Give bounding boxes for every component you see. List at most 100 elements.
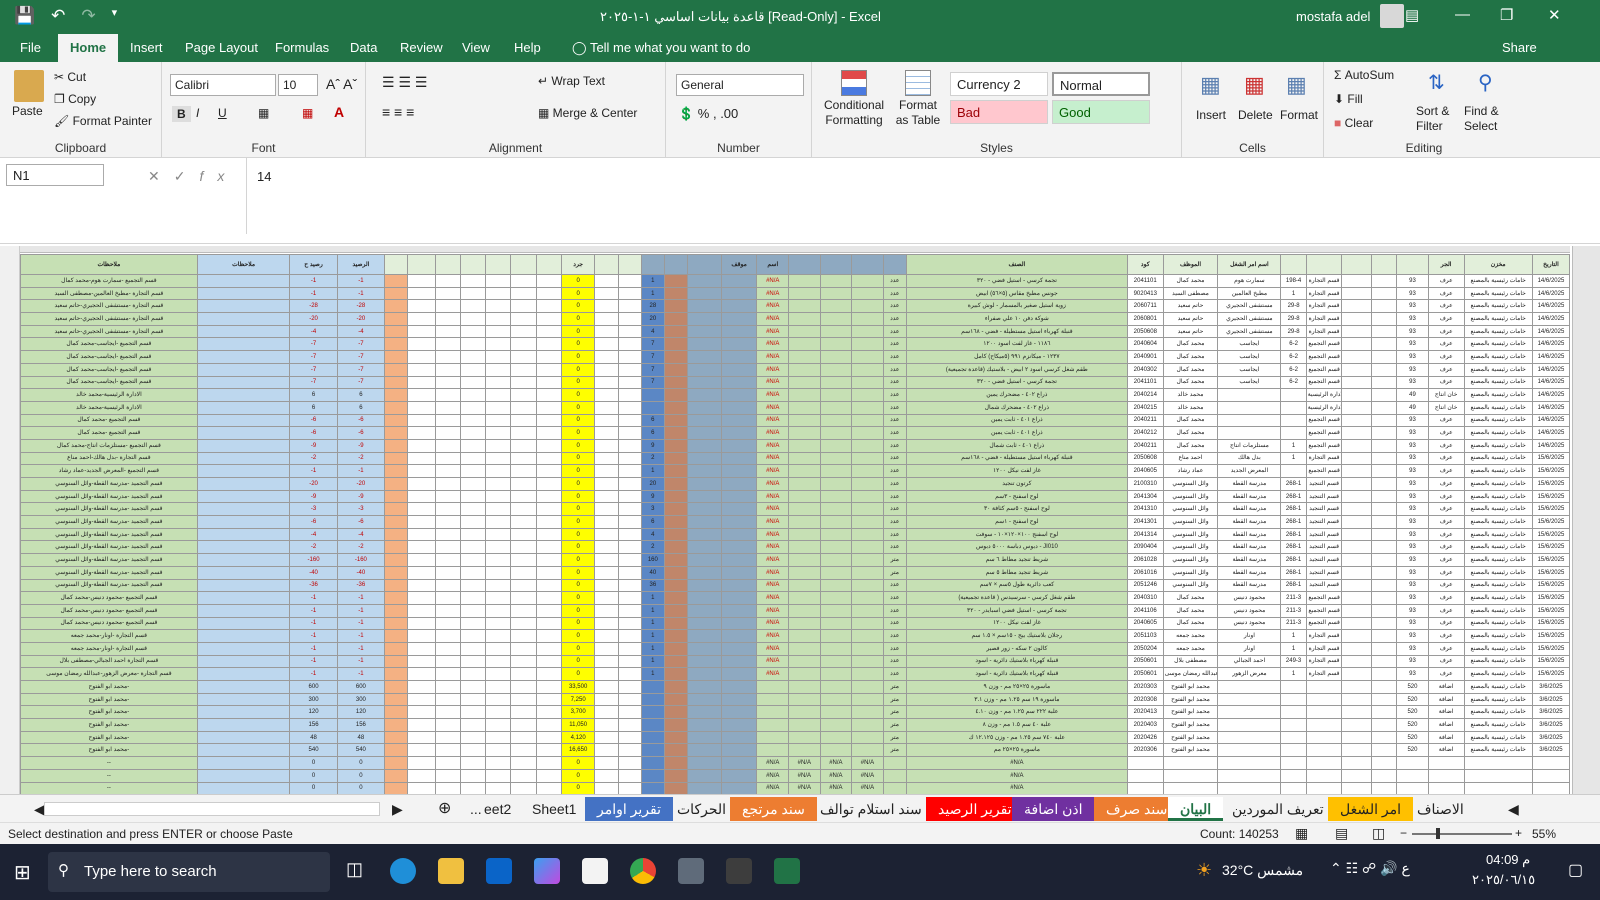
table-cell[interactable] [407,629,436,643]
table-cell[interactable]: عرف [1427,654,1465,669]
table-cell[interactable]: -7 [336,350,386,364]
table-cell[interactable]: 268-1 [1280,502,1307,517]
column-header-cell[interactable]: ملاحظات [196,254,291,275]
column-header-cell[interactable]: مخزن [1463,254,1533,275]
table-cell[interactable] [851,502,884,517]
table-cell[interactable] [1341,337,1372,352]
file-explorer-icon[interactable] [438,858,464,884]
table-cell[interactable]: حاتم سعيد [1162,324,1219,339]
column-header-cell[interactable] [407,254,436,275]
table-cell[interactable] [384,362,409,377]
table-cell[interactable] [535,730,562,745]
table-cell[interactable] [1370,400,1398,415]
paste-button[interactable]: Paste [12,104,43,118]
table-cell[interactable]: -6 [289,413,338,428]
table-cell[interactable]: 93 [1396,489,1429,504]
table-cell[interactable]: 0 [560,591,596,605]
table-cell[interactable] [434,654,461,669]
table-cell[interactable] [1280,730,1307,745]
table-cell[interactable] [459,426,487,440]
table-cell[interactable]: حاتم سعيد [1162,299,1219,314]
table-cell[interactable] [510,388,537,402]
table-cell[interactable] [1370,464,1398,478]
table-cell[interactable] [384,553,409,567]
table-cell[interactable] [687,489,722,504]
table-cell[interactable] [851,350,884,364]
table-cell[interactable]: 2040605 [1126,464,1164,478]
table-cell[interactable] [640,388,665,402]
table-cell[interactable] [384,413,409,428]
table-cell[interactable] [756,718,790,732]
table-cell[interactable] [594,489,619,504]
table-cell[interactable] [617,489,642,504]
table-cell[interactable] [434,312,461,326]
table-cell[interactable] [510,730,537,745]
column-header-cell[interactable]: موقف [720,254,758,275]
table-cell[interactable] [1370,654,1398,669]
table-cell[interactable]: 1 [640,274,665,288]
table-cell[interactable] [594,578,619,593]
table-cell[interactable]: محمد كمال [1162,438,1219,453]
table-cell[interactable] [851,565,884,580]
table-cell[interactable] [1341,375,1372,390]
table-cell[interactable]: قسم التجميع [1305,464,1343,478]
table-cell[interactable]: معرض الزهور [1217,667,1282,681]
table-cell[interactable] [819,324,853,339]
table-cell[interactable] [788,692,821,707]
table-cell[interactable] [434,768,461,783]
table-cell[interactable] [459,565,487,580]
table-cell[interactable]: 15/6/2025 [1531,451,1571,466]
table-cell[interactable]: -2 [336,540,386,555]
table-cell[interactable]: خامات رئيسية بالمصنع [1463,502,1533,517]
table-cell[interactable]: -1 [336,654,386,669]
table-cell[interactable] [384,692,409,707]
table-cell[interactable] [535,502,562,517]
table-cell[interactable]: -1 [289,591,338,605]
table-cell[interactable] [407,641,436,656]
table-cell[interactable] [485,781,512,794]
table-cell[interactable] [384,464,409,478]
table-cell[interactable] [1396,781,1429,794]
sheet-tab-damaged[interactable]: سند استلام توالف [808,797,934,821]
table-cell[interactable] [535,743,562,758]
table-cell[interactable]: قسم التجميع [1305,350,1343,364]
table-cell[interactable]: -1 [289,641,338,656]
table-cell[interactable]: 520 [1396,692,1429,707]
table-cell[interactable]: خامات رئيسية بالمصنع [1463,730,1533,745]
table-cell[interactable] [851,730,884,745]
table-cell[interactable]: 93 [1396,362,1429,377]
table-cell[interactable] [459,286,487,301]
table-cell[interactable] [196,299,291,314]
table-cell[interactable]: 0 [560,286,596,301]
table-cell[interactable] [1463,781,1533,794]
table-cell[interactable]: خامات رئيسية بالمصنع [1463,413,1533,428]
table-cell[interactable]: محمد ابو الفتوح [1162,705,1219,720]
table-cell[interactable]: عرف [1427,667,1465,681]
table-cell[interactable]: عدد [882,426,907,440]
table-cell[interactable]: عدد [882,400,907,415]
table-cell[interactable]: 268-1 [1280,565,1307,580]
table-cell[interactable]: -28 [336,299,386,314]
table-cell[interactable] [720,324,758,339]
table-cell[interactable] [196,680,291,694]
table-cell[interactable] [1341,730,1372,745]
table-cell[interactable] [1280,400,1307,415]
table-cell[interactable] [720,781,758,794]
table-cell[interactable]: ايجاسب [1217,362,1282,377]
table-cell[interactable] [434,274,461,288]
table-cell[interactable]: 0 [289,768,338,783]
table-cell[interactable]: 0 [560,350,596,364]
table-cell[interactable]: 93 [1396,578,1429,593]
column-header-cell[interactable]: كود [1126,254,1164,275]
table-cell[interactable] [788,400,821,415]
table-cell[interactable] [1217,756,1282,770]
table-cell[interactable]: قسم التجميع [1305,603,1343,618]
table-cell[interactable] [510,768,537,783]
table-cell[interactable]: #N/A [788,756,821,770]
table-cell[interactable] [1280,426,1307,440]
table-cell[interactable] [819,565,853,580]
table-cell[interactable] [196,667,291,681]
table-cell[interactable]: -6 [336,413,386,428]
table-cell[interactable]: محمد جمعه [1162,629,1219,643]
table-cell[interactable]: خامات رئيسية بالمصنع [1463,705,1533,720]
